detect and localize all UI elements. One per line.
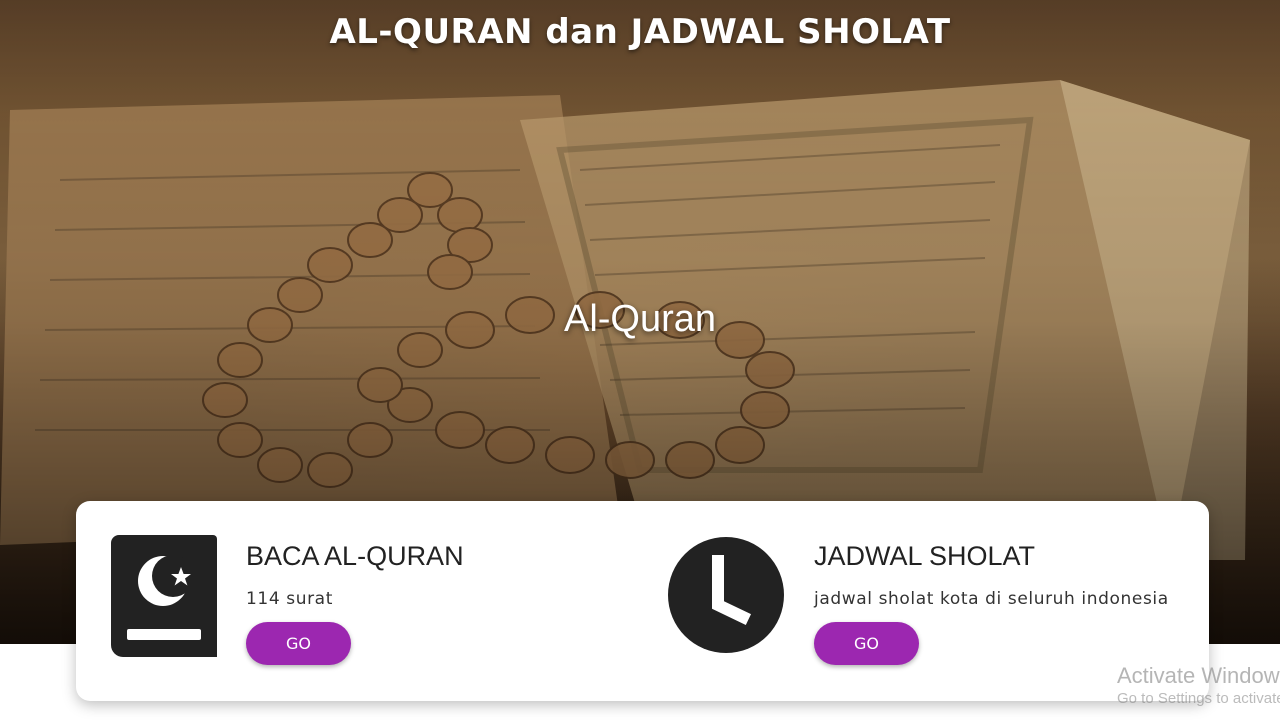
feature-baca-quran: BACA AL-QURAN 114 surat GO — [76, 501, 636, 701]
quran-book-icon — [111, 535, 217, 657]
jadwal-sholat-go-button[interactable]: GO — [814, 622, 919, 665]
baca-quran-go-button[interactable]: GO — [246, 622, 351, 665]
jadwal-sholat-subtitle: jadwal sholat kota di seluruh indonesia — [814, 589, 1169, 609]
feature-jadwal-sholat: JADWAL SHOLAT jadwal sholat kota di selu… — [636, 501, 1209, 701]
hero-heading: Al-Quran — [563, 298, 717, 340]
site-title: AL-QURAN dan JADWAL SHOLAT — [329, 12, 951, 52]
baca-quran-title: BACA AL-QURAN — [246, 541, 464, 571]
jadwal-sholat-title: JADWAL SHOLAT — [814, 541, 1036, 571]
baca-quran-subtitle: 114 surat — [246, 589, 333, 609]
feature-card: BACA AL-QURAN 114 surat GO JADWAL SHOLAT… — [76, 501, 1209, 701]
clock-icon — [668, 537, 784, 653]
